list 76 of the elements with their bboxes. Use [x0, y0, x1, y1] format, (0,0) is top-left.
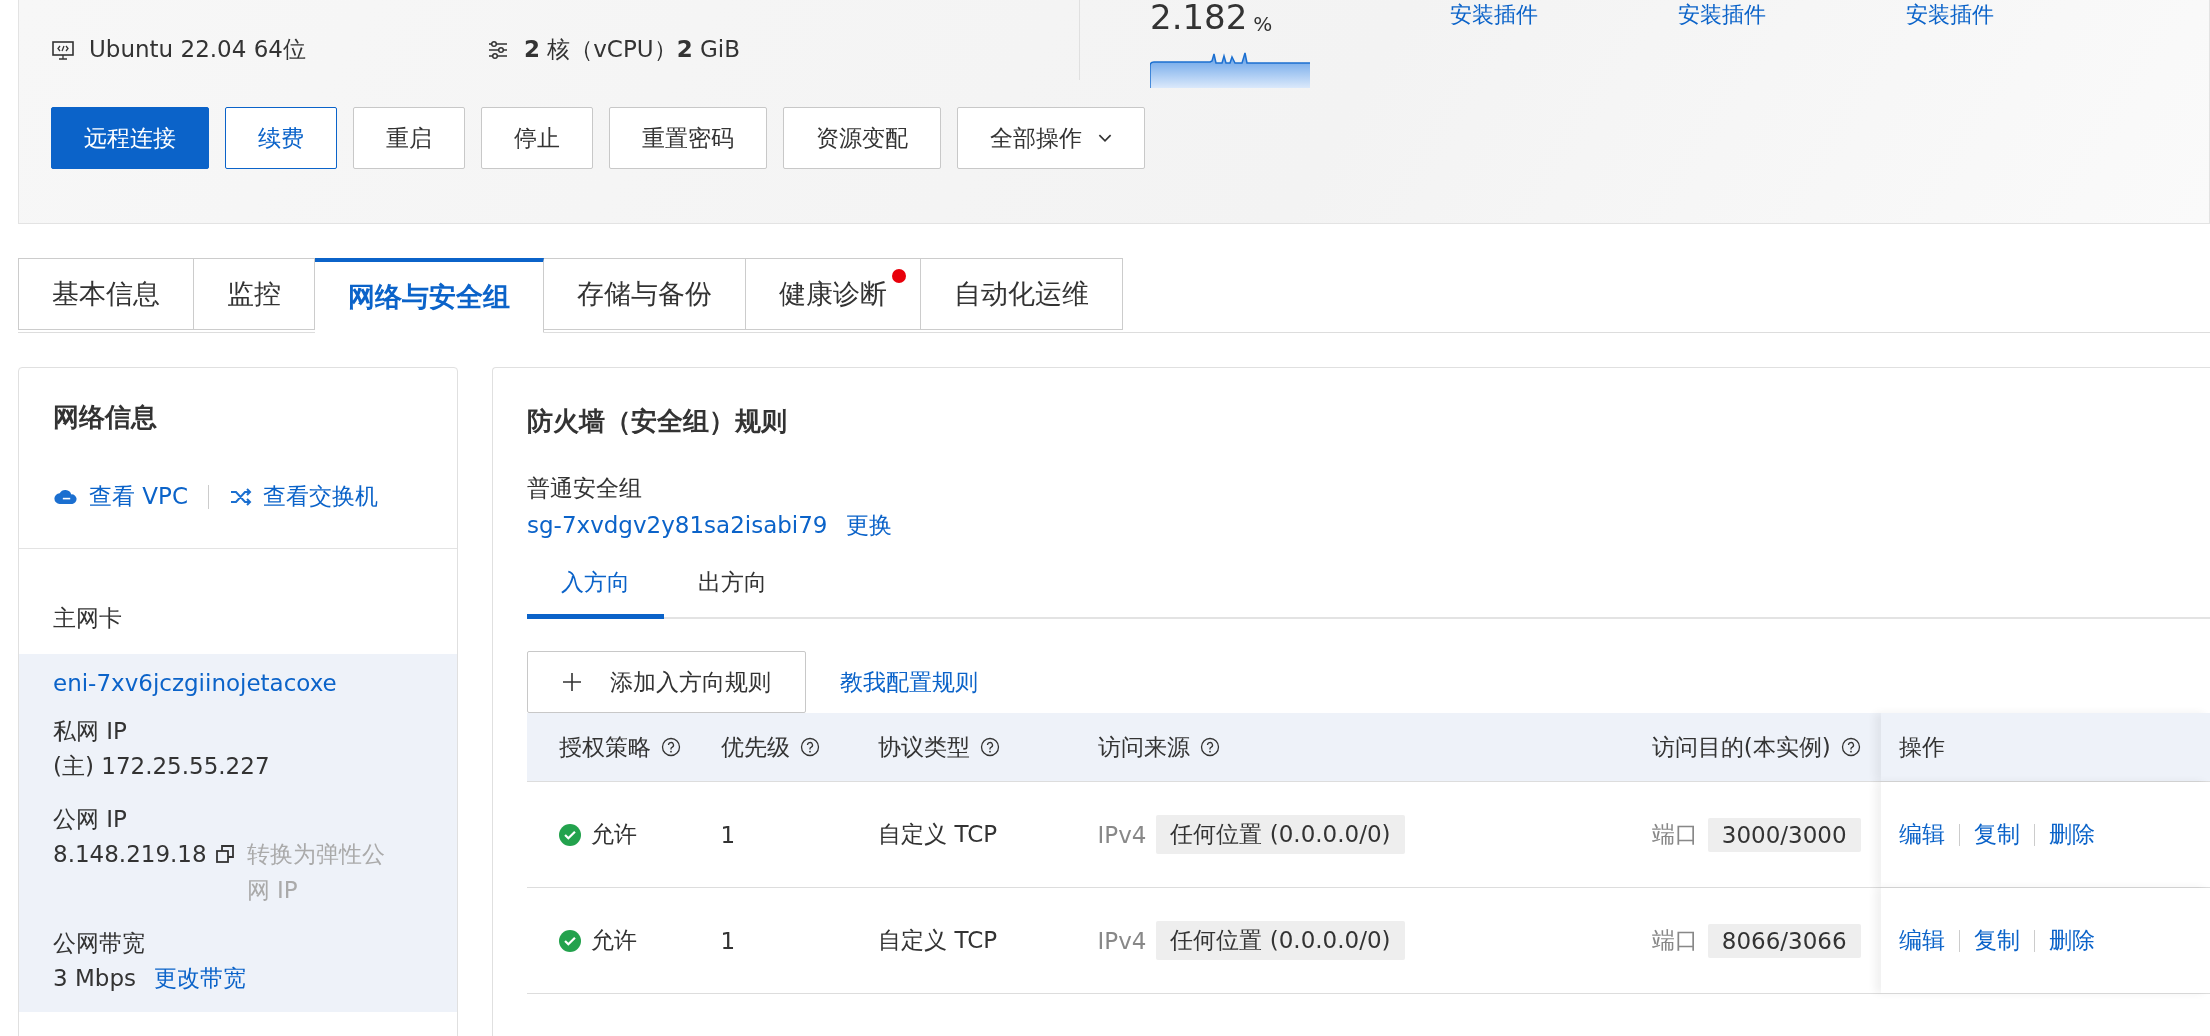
table-cell-text: 端口: [1651, 820, 1698, 849]
source-tag: 任何位置 (0.0.0.0/0): [1156, 815, 1405, 854]
row-action-link[interactable]: 删除: [2049, 819, 2095, 850]
table-cell-text: 自定义 TCP: [878, 820, 998, 849]
card-title: 网络信息: [53, 401, 158, 434]
install-plugin-link[interactable]: 安装插件: [1450, 0, 1538, 30]
action-button[interactable]: 重启: [353, 107, 465, 169]
plus-icon: [562, 672, 582, 692]
row-action-link[interactable]: 编辑: [1899, 819, 1945, 850]
action-button[interactable]: 资源变配: [783, 107, 941, 169]
row-action-link[interactable]: 删除: [2049, 925, 2095, 956]
card-title: 防火墙（安全组）规则: [527, 405, 788, 438]
help-icon[interactable]: [661, 737, 681, 757]
group-type-label: 普通安全组: [527, 474, 643, 503]
cloud-icon: [53, 487, 79, 506]
column-header: 操作: [1899, 732, 1945, 762]
field-label: 公网带宽: [53, 929, 146, 958]
tab[interactable]: 健康诊断: [746, 258, 921, 330]
help-icon[interactable]: [799, 737, 820, 757]
action-button[interactable]: 续费: [225, 107, 337, 169]
table-cell-text: 允许: [591, 820, 637, 849]
table-cell-text: 端口: [1651, 926, 1698, 955]
nic-id-link[interactable]: eni-7xv6jczgiinojetacoxe: [53, 670, 337, 696]
help-icon[interactable]: [980, 737, 1001, 757]
install-plugin-link[interactable]: 安装插件: [1678, 0, 1766, 30]
direction-tab[interactable]: 入方向: [527, 567, 664, 619]
source-tag: 任何位置 (0.0.0.0/0): [1156, 921, 1405, 960]
tab[interactable]: 监控: [194, 258, 315, 330]
shuffle-icon: [229, 487, 253, 506]
table-cell: 1: [720, 927, 736, 954]
tab[interactable]: 网络与安全组: [315, 258, 544, 333]
tab[interactable]: 自动化运维: [921, 258, 1123, 330]
table-cell-text: 允许: [591, 926, 637, 955]
spec-label: 2 核（vCPU）2 GiB: [523, 35, 740, 64]
row-action-link[interactable]: 编辑: [1899, 925, 1945, 956]
cpu-usage-unit: %: [1253, 14, 1273, 34]
table-cell: IPv4: [1097, 821, 1147, 848]
tab[interactable]: 存储与备份: [544, 258, 746, 330]
help-link[interactable]: 教我配置规则: [840, 666, 978, 698]
field-value: (主) 172.25.55.227: [53, 752, 271, 781]
group-id-link[interactable]: sg-7xvdgv2y81sa2isabi79: [527, 512, 828, 538]
action-button[interactable]: 全部操作: [957, 107, 1145, 169]
add-rule-button[interactable]: 添加入方向规则: [527, 651, 806, 713]
column-header: 协议类型: [878, 732, 971, 762]
tab[interactable]: 基本信息: [18, 258, 194, 330]
help-icon[interactable]: [1199, 737, 1220, 757]
view-link[interactable]: 查看 VPC: [89, 481, 188, 512]
table-cell-text: 自定义 TCP: [878, 926, 998, 955]
row-action-link[interactable]: 复制: [1974, 925, 2020, 956]
action-button[interactable]: 远程连接: [51, 107, 209, 169]
install-plugin-link[interactable]: 安装插件: [1906, 0, 1994, 30]
view-link[interactable]: 查看交换机: [263, 481, 378, 512]
row-action-link[interactable]: 复制: [1974, 819, 2020, 850]
field-label: 私网 IP: [53, 717, 128, 746]
help-icon[interactable]: [1840, 737, 1861, 757]
column-header: 访问目的(本实例): [1651, 732, 1831, 762]
column-header: 优先级: [720, 732, 790, 762]
copy-icon[interactable]: [214, 844, 235, 864]
field-label: 公网 IP: [53, 805, 128, 834]
direction-tab[interactable]: 出方向: [664, 567, 801, 619]
table-cell: IPv4: [1097, 927, 1147, 954]
column-header: 访问来源: [1097, 732, 1190, 762]
change-link[interactable]: 更换: [845, 512, 892, 538]
column-header: 授权策略: [559, 732, 651, 762]
action-button[interactable]: 重置密码: [609, 107, 767, 169]
action-button[interactable]: 停止: [481, 107, 593, 169]
cpu-usage-value: 2.182: [1150, 0, 1248, 34]
os-label: Ubuntu 22.04 64位: [89, 35, 306, 64]
change-bandwidth-link[interactable]: 更改带宽: [154, 965, 246, 991]
table-cell: 1: [720, 821, 736, 848]
section-title: 主网卡: [52, 604, 123, 633]
field-value: 3 Mbps: [53, 965, 136, 991]
caret-icon: [1098, 133, 1112, 143]
port-tag: 3000/3000: [1707, 817, 1861, 852]
field-value: 8.148.219.18: [53, 840, 207, 869]
port-tag: 8066/3066: [1707, 923, 1861, 958]
